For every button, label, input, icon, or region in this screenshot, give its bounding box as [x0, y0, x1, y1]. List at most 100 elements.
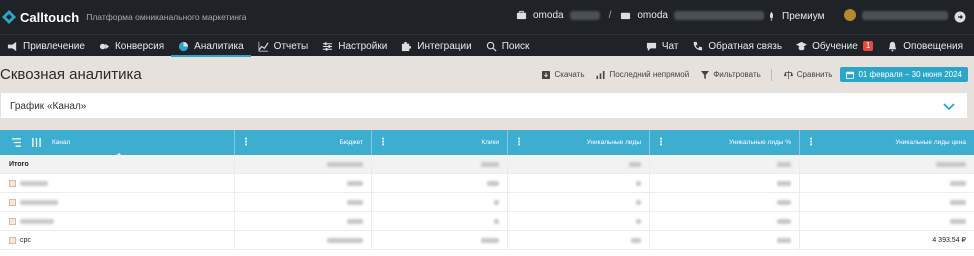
nav-item-label: Интеграции [417, 40, 472, 52]
expand-icon[interactable] [9, 237, 16, 244]
unique-leads-pct-cell [650, 212, 800, 231]
nav-item-label: Обучение [812, 40, 858, 52]
table-row[interactable] [0, 193, 974, 212]
nav-item-pie-chart[interactable]: Аналитика [171, 35, 251, 57]
nav-item-sliders[interactable]: Настройки [315, 35, 394, 57]
nav-item-bell[interactable]: Оповещения [880, 35, 970, 57]
row-name-cell [0, 174, 235, 193]
analytics-table: Канал ⋮ Бюджет ⋮ Клики ⋮ Уникальные лиды… [0, 130, 974, 256]
project-name-1[interactable]: omoda [533, 10, 564, 21]
column-label: Клики [481, 139, 499, 146]
avatar [844, 9, 856, 21]
clicks-cell [372, 193, 508, 212]
logo-tagline: Платформа омниканального маркетинга [86, 12, 247, 22]
filter-button[interactable]: Фильтровать [701, 70, 761, 79]
top-header: Calltouch Платформа омниканального марке… [0, 0, 974, 34]
user-menu[interactable] [844, 9, 948, 21]
row-name: Итого [9, 161, 29, 168]
nav-item-label: Чат [661, 40, 679, 52]
project-name-2[interactable]: omoda [637, 10, 668, 21]
column-menu-icon[interactable]: ⋮ [656, 137, 666, 148]
nav-item-label: Обратная связь [708, 40, 783, 52]
nav-item-puzzle[interactable]: Интеграции [394, 35, 478, 57]
nav-item-graduation-cap[interactable]: Обучение 1 [789, 35, 880, 57]
column-header-budget[interactable]: ⋮ Бюджет [235, 130, 372, 155]
chart-panel[interactable]: График «Канал» [0, 92, 968, 119]
user-email-blurred [862, 10, 948, 20]
download-button[interactable]: Скачать [542, 70, 584, 79]
row-name: cpc [20, 237, 31, 244]
unique-leads-price-cell [800, 193, 974, 212]
column-header-clicks[interactable]: ⋮ Клики [372, 130, 508, 155]
rocket-icon [769, 11, 774, 22]
briefcase-icon [516, 10, 527, 20]
expand-icon[interactable] [9, 218, 16, 225]
attribution-model-selector[interactable]: Последний непрямой [596, 70, 689, 79]
nav-item-chart-line[interactable]: Отчеты [251, 35, 316, 57]
row-name-blurred [20, 219, 54, 224]
nav-item-label: Настройки [338, 40, 388, 52]
row-name-cell: Итого [0, 155, 235, 174]
column-menu-icon[interactable]: ⋮ [241, 137, 251, 148]
column-label: Уникальные лиды цена [895, 139, 966, 146]
row-name-blurred [20, 200, 58, 205]
toolbar: Скачать Последний непрямой Фильтровать С… [530, 67, 968, 82]
project-selector[interactable]: omoda / omoda [516, 10, 764, 21]
nav-item-megaphone[interactable]: Привлечение [0, 35, 92, 57]
unique-leads-price-value: 4 393.54 ₽ [932, 237, 966, 244]
table-row[interactable] [0, 212, 974, 231]
column-menu-icon[interactable]: ⋮ [514, 137, 524, 148]
row-name-cell [0, 193, 235, 212]
main-nav: Привлечение Конверсия Аналитика Отчеты Настр… [0, 34, 974, 57]
column-header-channel[interactable]: Канал [0, 130, 235, 158]
compare-button[interactable]: Сравнить [783, 70, 832, 79]
table-row-total[interactable]: Итого [0, 155, 974, 174]
unique-leads-pct-cell [650, 193, 800, 212]
premium-link[interactable]: Премиум [766, 11, 825, 22]
toolbar-divider [770, 68, 772, 81]
table-header: Канал ⋮ Бюджет ⋮ Клики ⋮ Уникальные лиды… [0, 130, 974, 158]
bar-chart-icon [596, 70, 605, 79]
row-name-cell: cpc [0, 231, 235, 250]
column-label: Канал [52, 139, 71, 146]
column-menu-icon[interactable]: ⋮ [806, 137, 816, 148]
calendar-icon [846, 71, 855, 79]
expand-icon[interactable] [9, 199, 16, 206]
download-label: Скачать [554, 70, 585, 79]
nav-item-label: Поиск [501, 40, 530, 52]
logo-text: Calltouch [20, 9, 80, 25]
nav-item-conversion[interactable]: Конверсия [92, 35, 171, 57]
nav-item-phone[interactable]: Обратная связь [685, 35, 789, 57]
sliders-icon [323, 41, 333, 51]
column-header-unique-leads[interactable]: ⋮ Уникальные лиды [508, 130, 650, 155]
scales-icon [783, 70, 793, 79]
nav-item-chat[interactable]: Чат [639, 35, 686, 57]
row-name-cell [0, 212, 235, 231]
columns-icon[interactable] [32, 138, 41, 147]
column-header-unique-leads-pct[interactable]: ⋮ Уникальные лиды % [650, 130, 800, 155]
site-url-blurred [673, 11, 764, 20]
unique-leads-price-cell [800, 212, 974, 231]
filter-icon [701, 70, 710, 79]
logo[interactable]: Calltouch Платформа омниканального марке… [0, 9, 247, 25]
nav-item-label: Конверсия [114, 40, 165, 52]
unique-leads-cell [508, 155, 650, 174]
nav-item-search[interactable]: Поиск [479, 35, 537, 57]
table-row[interactable] [0, 174, 974, 193]
unique-leads-pct-cell [650, 155, 800, 174]
column-menu-icon[interactable]: ⋮ [378, 137, 388, 148]
expand-icon[interactable] [9, 180, 16, 187]
chevron-down-icon[interactable] [943, 101, 955, 111]
table-row-cpc[interactable]: cpc 4 393.54 ₽ [0, 231, 974, 250]
conversion-icon [99, 43, 110, 49]
unique-leads-price-cell [800, 174, 974, 193]
budget-cell [235, 193, 372, 212]
row-name-blurred [20, 181, 48, 186]
logout-icon[interactable] [954, 11, 966, 23]
notification-badge: 1 [862, 41, 874, 51]
unique-leads-price-cell: 4 393.54 ₽ [800, 231, 974, 250]
megaphone-icon [7, 41, 17, 51]
date-range-picker[interactable]: 01 февраля – 30 июня 2024 [840, 67, 968, 82]
column-header-unique-leads-price[interactable]: ⋮ Уникальные лиды цена [800, 130, 974, 155]
menu-lines-icon[interactable] [12, 138, 21, 147]
